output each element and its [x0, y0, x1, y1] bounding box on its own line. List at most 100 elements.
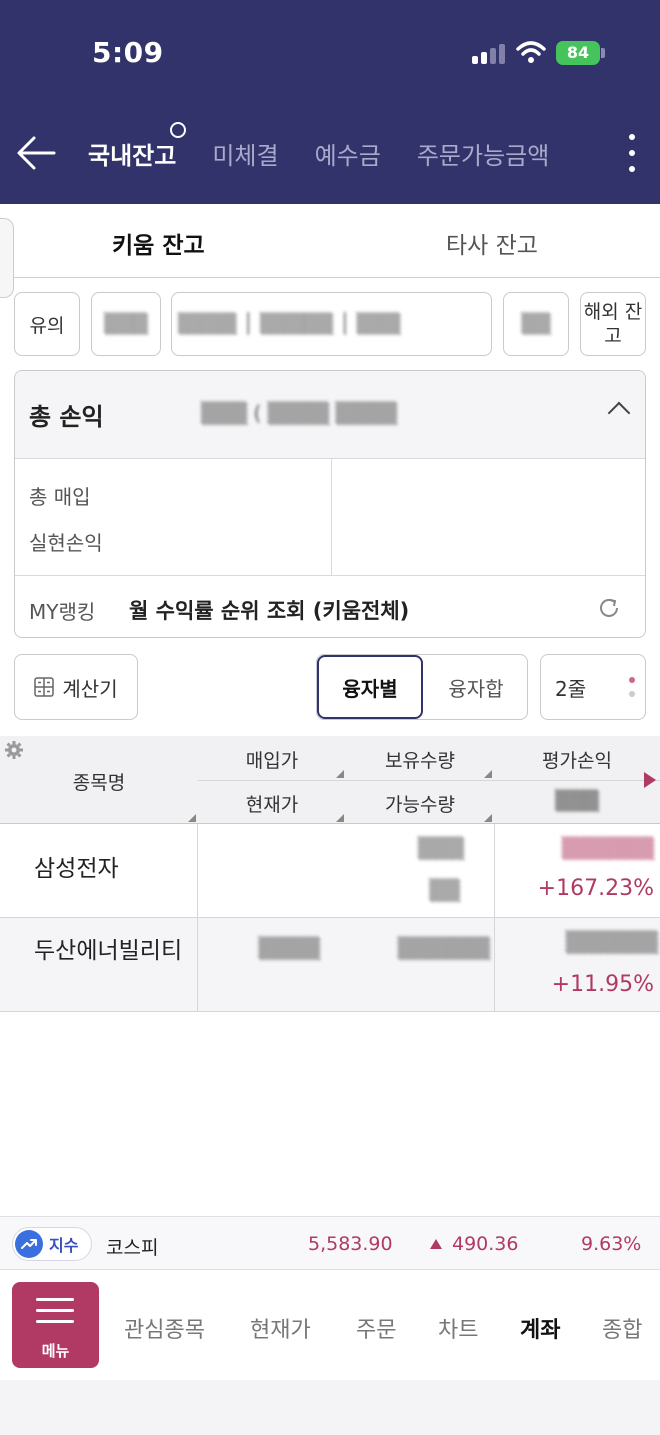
obscured-text: ▒▒▒▒▒▒ [397, 936, 490, 960]
stock-name: 삼성전자 [34, 856, 119, 882]
market-index-ticker[interactable]: 지수 코스피 5,583.90 490.36 9.63% [0, 1216, 660, 1270]
col-avail-qty[interactable]: 가능수량 [346, 790, 494, 817]
nav-watchlist[interactable]: 관심종목 [124, 1312, 205, 1344]
calculator-label: 계산기 [62, 676, 118, 701]
nav-account[interactable]: 계좌 [520, 1312, 560, 1344]
gear-icon[interactable] [4, 740, 24, 760]
overseas-balance-button[interactable]: 해외 잔고 [580, 292, 646, 356]
summary-details: 총 매입 실현손익 [15, 459, 645, 575]
index-value: 5,583.90 [308, 1233, 393, 1255]
obscured-text: ▒▒▒▒▒▒ [561, 836, 654, 860]
loan-view-toggle: 융자별 융자합 [316, 654, 528, 720]
monthly-rank-link[interactable]: 월 수익률 순위 조회 (키움전체) [129, 595, 409, 625]
account-select-button[interactable]: ▒▒▒ [91, 292, 161, 356]
nav-current-price[interactable]: 현재가 [250, 1312, 311, 1344]
col-buy-price[interactable]: 매입가 [198, 746, 346, 773]
side-drawer-handle[interactable] [0, 218, 14, 298]
lines-label: 2줄 [555, 676, 587, 701]
index-name: 코스피 [106, 1237, 159, 1259]
tab-label: 국내잔고 [88, 141, 177, 170]
tab-other-broker-balance[interactable]: 타사 잔고 [446, 226, 538, 260]
wifi-icon [516, 41, 546, 63]
col-holding-qty[interactable]: 보유수량 [346, 746, 494, 773]
row-lines-select[interactable]: 2줄 [540, 654, 646, 720]
row-divider [197, 824, 198, 918]
home-indicator-area [0, 1380, 660, 1435]
profit-summary-card: 총 손익 ▒▒▒ ( ▒▒▒▒ ▒▒▒▒ 총 매입 실현손익 MY랭킹 월 수익… [14, 370, 646, 638]
menu-label: 메뉴 [41, 1342, 70, 1360]
stock-table-header: 종목명 매입가 보유수량 평가손익 현재가 가능수량 ▒▒▒ [0, 736, 660, 824]
index-change-pct: 9.63% [581, 1233, 642, 1255]
nav-order[interactable]: 주문 [356, 1312, 396, 1344]
index-badge[interactable]: 지수 [12, 1227, 92, 1261]
sort-triangle-icon [336, 814, 344, 822]
tab-deposit[interactable]: 예수금 [315, 136, 381, 171]
sync-badge-icon [170, 121, 186, 138]
trend-up-icon [15, 1230, 43, 1258]
nav-chart[interactable]: 차트 [438, 1312, 478, 1344]
col-stock-name[interactable]: 종목명 [0, 768, 198, 795]
total-buy-label: 총 매입 [29, 485, 91, 509]
obscured-text: ▒▒ [429, 878, 460, 902]
battery-icon: 84 [556, 41, 600, 65]
refresh-icon[interactable] [597, 596, 621, 620]
loan-sum-option[interactable]: 융자합 [423, 655, 529, 719]
warning-filter-button[interactable]: 유의 [14, 292, 80, 356]
back-arrow-icon[interactable] [16, 134, 56, 172]
bottom-nav: 메뉴 관심종목 현재가 주문 차트 계좌 종합 [0, 1270, 660, 1380]
scroll-right-icon[interactable] [644, 772, 656, 788]
table-controls: 계산기 융자별 융자합 2줄 [0, 654, 660, 720]
header-divider [198, 780, 660, 781]
sort-triangle-icon [188, 814, 196, 822]
my-ranking-row[interactable]: MY랭킹 월 수익률 순위 조회 (키움전체) [15, 575, 645, 637]
obscured-text: ▒▒▒ [417, 836, 464, 860]
table-row[interactable]: 삼성전자 ▒▒▒ ▒▒ ▒▒▒▒▒▒ +167.23% [0, 824, 660, 918]
cellular-signal-icon [472, 42, 506, 64]
col-eval-pl[interactable]: 평가손익 [494, 746, 660, 773]
return-rate: +11.95% [551, 972, 654, 997]
main-content: 키움 잔고 타사 잔고 유의 ▒▒▒ ▒▒▒▒ │ ▒▒▒▒▒ │ ▒▒▒ ▒▒… [0, 204, 660, 1216]
index-badge-label: 지수 [49, 1236, 79, 1255]
account-number-field[interactable]: ▒▒▒▒ │ ▒▒▒▒▒ │ ▒▒▒ [171, 292, 492, 356]
dot-indicator-icon [629, 677, 635, 701]
status-time: 5:09 [92, 36, 164, 69]
table-row[interactable]: 두산에너빌리티 ▒▒▒▒ ▒▒▒▒▒▒ ▒▒▒▒▒▒ +11.95% [0, 918, 660, 1012]
calculator-icon [34, 677, 55, 697]
balance-nav-tabs: 국내잔고 미체결 예수금 주문가능금액 [88, 121, 585, 178]
sort-triangle-icon [484, 770, 492, 778]
more-vertical-icon[interactable] [624, 134, 640, 178]
account-sub-tabs: 키움 잔고 타사 잔고 [0, 204, 660, 298]
column-divider [331, 459, 332, 575]
menu-button[interactable]: 메뉴 [12, 1282, 99, 1368]
obscured-text: ▒▒▒▒ [258, 936, 320, 960]
sort-triangle-icon [336, 770, 344, 778]
chevron-up-icon[interactable] [607, 401, 631, 425]
row-divider [197, 918, 198, 1012]
hamburger-icon [36, 1298, 74, 1331]
lookup-button[interactable]: ▒▒ [503, 292, 569, 356]
by-loan-option[interactable]: 융자별 [317, 655, 423, 719]
tab-order-available[interactable]: 주문가능금액 [417, 136, 549, 171]
obscured-text: ▒▒▒ ( ▒▒▒▒ ▒▒▒▒ [201, 401, 398, 425]
calculator-button[interactable]: 계산기 [14, 654, 138, 720]
tab-kiwoom-balance[interactable]: 키움 잔고 [112, 226, 205, 260]
realized-pl-label: 실현손익 [29, 531, 103, 555]
col-return-rate[interactable]: ▒▒▒ [494, 790, 660, 812]
tab-unfilled[interactable]: 미체결 [212, 136, 278, 171]
obscured-text: ▒▒ [521, 313, 551, 335]
battery-cap [601, 48, 605, 58]
up-triangle-icon [430, 1239, 442, 1249]
col-current-price[interactable]: 현재가 [198, 790, 346, 817]
sort-triangle-icon [484, 814, 492, 822]
obscured-text: ▒▒▒▒▒▒ [565, 930, 658, 954]
app-header: 5:09 84 국내잔고 미체결 예수금 주문가능금액 [0, 0, 660, 204]
my-ranking-label: MY랭킹 [29, 600, 96, 624]
obscured-text: ▒▒▒ [104, 313, 148, 335]
tab-domestic-balance[interactable]: 국내잔고 [88, 121, 186, 171]
total-pl-title: 총 손익 [29, 403, 104, 431]
summary-header[interactable]: 총 손익 ▒▒▒ ( ▒▒▒▒ ▒▒▒▒ [15, 371, 645, 459]
account-filter-row: 유의 ▒▒▒ ▒▒▒▒ │ ▒▒▒▒▒ │ ▒▒▒ ▒▒ 해외 잔고 [0, 292, 660, 358]
index-change: 490.36 [452, 1233, 519, 1255]
stock-name: 두산에너빌리티 [34, 938, 183, 964]
nav-overview[interactable]: 종합 [602, 1312, 642, 1344]
